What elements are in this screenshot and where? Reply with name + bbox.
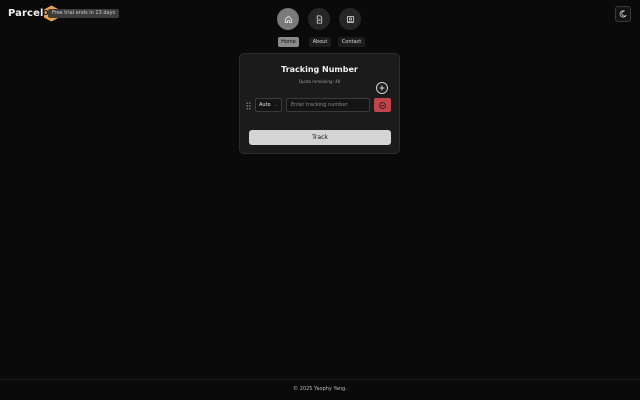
tracking-card: Tracking Number Quota remaining: 48 Auto… (239, 53, 400, 154)
quota-text: Quota remaining: 48 (298, 79, 341, 84)
tab-contact[interactable]: Contact (338, 37, 365, 47)
carrier-select-value: Auto (259, 102, 271, 108)
card-title: Tracking Number (281, 65, 358, 74)
home-icon (284, 15, 292, 23)
plus-icon (379, 85, 385, 91)
tracking-number-input[interactable] (286, 98, 370, 112)
nav-home-button[interactable] (277, 8, 299, 30)
add-tracking-button[interactable] (376, 82, 388, 94)
footer-divider (0, 379, 640, 380)
tab-about[interactable]: About (309, 37, 331, 47)
theme-toggle-button[interactable] (615, 6, 631, 22)
minus-circle-icon (379, 101, 386, 109)
drag-handle-icon[interactable] (246, 102, 251, 110)
track-button[interactable]: Track (249, 130, 391, 145)
contact-icon (346, 15, 354, 23)
nav-icon-bar (277, 8, 361, 30)
carrier-select[interactable]: Auto ⌄ (255, 98, 282, 112)
moon-icon (619, 10, 627, 18)
trial-badge: Free trial ends in 13 days (48, 9, 120, 18)
nav-contact-button[interactable] (339, 8, 361, 30)
nav-about-button[interactable] (308, 8, 330, 30)
logo-wordmark: Parcel (8, 7, 44, 19)
remove-tracking-button[interactable] (374, 98, 391, 112)
document-icon (316, 14, 322, 24)
tab-home[interactable]: Home (278, 37, 299, 47)
footer-copyright: © 2025 Yaophy Yang. (293, 386, 347, 392)
chevron-down-icon: ⌄ (274, 102, 278, 107)
